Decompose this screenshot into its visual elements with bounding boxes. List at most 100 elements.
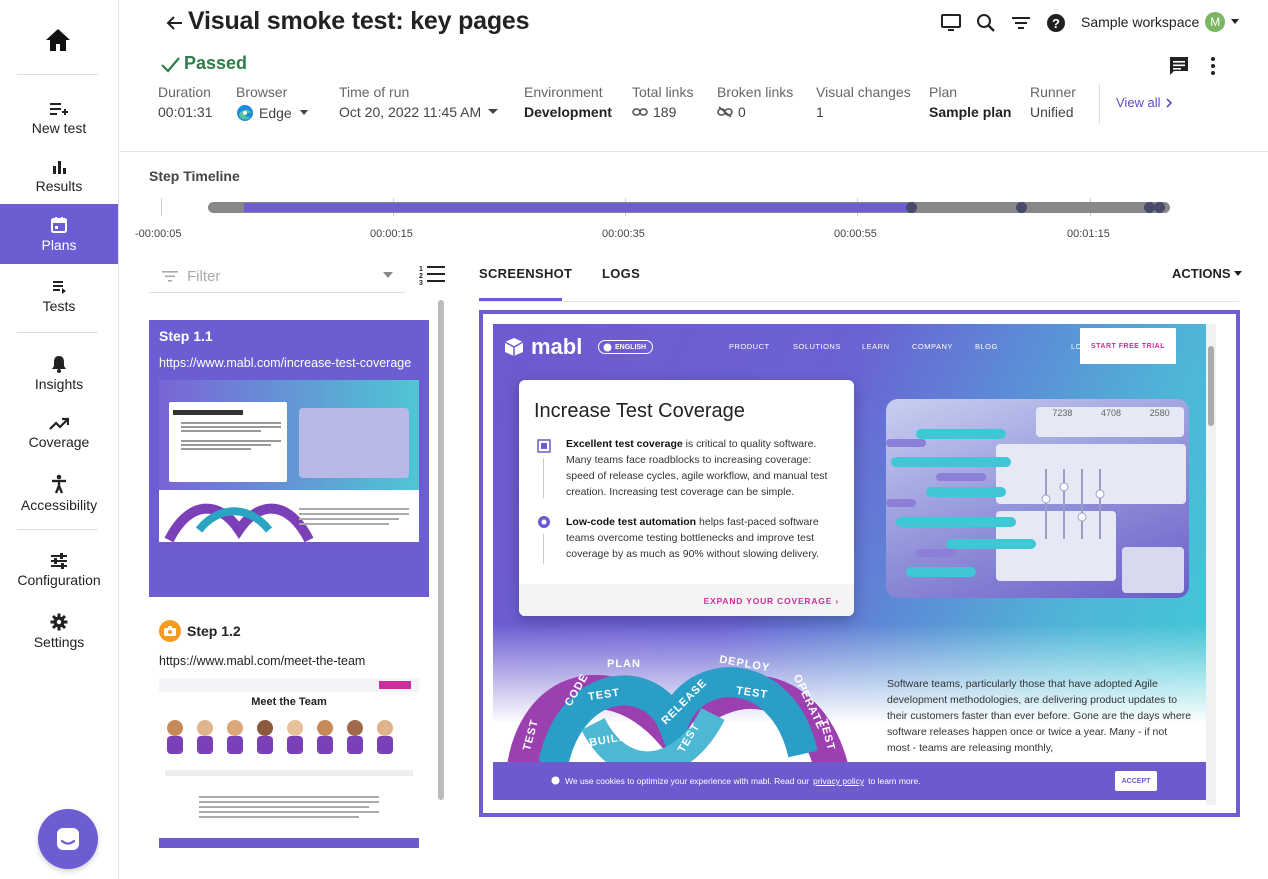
actions-menu-button[interactable]: ACTIONS xyxy=(1172,266,1242,281)
link-off-icon xyxy=(717,106,733,118)
meta-time-of-run[interactable]: Time of run Oct 20, 2022 11:45 AM xyxy=(339,84,500,120)
more-vert-icon[interactable] xyxy=(1203,55,1223,77)
sidebar-item-tests[interactable]: Tests xyxy=(0,266,118,326)
view-all-link[interactable]: View all xyxy=(1116,95,1173,110)
step-card-1-1[interactable]: Step 1.1 https://www.mabl.com/increase-t… xyxy=(149,320,429,597)
caret-down-icon xyxy=(488,109,499,114)
thumbnail-heading: Meet the Team xyxy=(251,696,327,708)
tab-active-indicator xyxy=(479,298,562,301)
avatar: M xyxy=(1205,12,1226,32)
step-url: https://www.mabl.com/increase-test-cover… xyxy=(159,356,412,370)
status-badge: Passed xyxy=(160,53,247,74)
captured-page[interactable]: mabl ENGLISH PRODUCT SOLUTIONS LEARN COM… xyxy=(493,324,1216,805)
meta-duration: Duration 00:01:31 xyxy=(158,84,213,120)
meta-label: Duration xyxy=(158,84,211,100)
sidebar-item-label: Insights xyxy=(34,375,84,392)
sidebar-item-label: Tests xyxy=(42,297,76,314)
meta-browser[interactable]: Browser Edge xyxy=(236,84,311,122)
filter-icon[interactable] xyxy=(1010,11,1032,35)
timeline-tick-label: 00:00:15 xyxy=(370,228,413,240)
actions-label: ACTIONS xyxy=(1172,266,1231,281)
page-scrollbar[interactable] xyxy=(1206,324,1216,805)
meta-label: Broken links xyxy=(717,84,794,100)
cookie-tail: to learn more. xyxy=(868,776,921,786)
sidebar-divider xyxy=(17,332,98,333)
workspace-selector[interactable]: Sample workspace M xyxy=(1081,12,1240,32)
sidebar-item-plans[interactable]: Plans xyxy=(0,204,118,264)
tab-logs[interactable]: LOGS xyxy=(602,266,640,281)
steps-scrollbar[interactable] xyxy=(438,300,444,800)
step-card-1-2[interactable]: Step 1.2 https://www.mabl.com/meet-the-t… xyxy=(149,612,429,877)
chat-icon xyxy=(57,828,79,850)
back-arrow-icon[interactable] xyxy=(164,12,186,34)
meta-value: Unified xyxy=(1030,104,1074,120)
sidebar-item-accessibility[interactable]: Accessibility xyxy=(0,463,118,523)
timeline-step-marker[interactable] xyxy=(906,202,917,213)
sidebar-item-label: Plans xyxy=(41,236,77,253)
step-filter-select[interactable]: Filter xyxy=(149,260,405,293)
sidebar-item-new-test[interactable]: New test xyxy=(0,88,118,148)
chat-launcher-button[interactable] xyxy=(38,809,98,869)
timeline-active-step[interactable] xyxy=(244,203,912,212)
cookie-icon xyxy=(551,776,560,785)
tab-divider xyxy=(479,301,1239,302)
meta-environment: Environment Development xyxy=(524,84,612,120)
meta-label: Visual changes xyxy=(816,84,911,100)
monitor-icon[interactable] xyxy=(940,11,962,35)
cookie-banner: We use cookies to optimize your experien… xyxy=(493,762,1206,800)
meta-broken-links: Broken links 0 xyxy=(717,84,793,120)
timeline-tick-label: -00:00:05 xyxy=(135,228,182,240)
timeline-step-marker[interactable] xyxy=(1016,202,1027,213)
meta-value: Development xyxy=(524,104,612,120)
infinity-label: BUILD xyxy=(588,730,629,750)
filter-icon xyxy=(162,271,178,282)
tab-screenshot[interactable]: SCREENSHOT xyxy=(479,266,572,281)
step-title: Step 1.1 xyxy=(159,328,213,344)
meta-total-links: Total links 189 xyxy=(632,84,693,120)
sidebar-item-label: Results xyxy=(35,177,83,194)
meta-label: Time of run xyxy=(339,84,410,100)
infinity-label: TEST xyxy=(675,721,703,755)
timeline-tick-label: 00:00:55 xyxy=(834,228,877,240)
meta-value: 1 xyxy=(816,104,824,120)
screenshot-frame: mabl ENGLISH PRODUCT SOLUTIONS LEARN COM… xyxy=(479,310,1240,817)
camera-icon xyxy=(159,620,181,642)
sidebar-item-coverage[interactable]: Coverage xyxy=(0,403,118,463)
cookie-text: We use cookies to optimize your experien… xyxy=(565,776,810,786)
svg-text:?: ? xyxy=(1052,16,1060,31)
timeline-step-marker[interactable] xyxy=(1154,202,1165,213)
sidebar-item-label: Settings xyxy=(33,633,85,650)
svg-text:1: 1 xyxy=(419,266,423,273)
privacy-policy-link[interactable]: privacy policy xyxy=(813,776,864,786)
step-thumbnail[interactable] xyxy=(159,380,419,550)
caret-down-icon xyxy=(383,272,393,278)
meta-label: Total links xyxy=(632,84,694,100)
link-icon xyxy=(632,108,648,116)
run-header: Visual smoke test: key pages ? Sample wo… xyxy=(120,0,1268,152)
help-icon[interactable]: ? xyxy=(1045,11,1067,35)
meta-plan[interactable]: Plan Sample plan xyxy=(929,84,1011,120)
check-icon xyxy=(161,56,180,73)
workspace-name: Sample workspace xyxy=(1081,14,1200,30)
meta-label: Runner xyxy=(1030,84,1076,100)
sidebar-item-settings[interactable]: Settings xyxy=(0,601,118,661)
sidebar-item-insights[interactable]: Insights xyxy=(0,343,118,403)
comment-icon[interactable] xyxy=(1168,55,1190,77)
sidebar-divider xyxy=(17,529,98,530)
meta-runner: Runner Unified xyxy=(1030,84,1076,120)
sidebar: New test Results Plans Tests Insights Co… xyxy=(0,0,119,879)
step-thumbnail[interactable]: Meet the Team xyxy=(159,678,419,848)
sidebar-item-results[interactable]: Results xyxy=(0,146,118,206)
home-icon[interactable] xyxy=(0,18,116,62)
infinity-label: TEST xyxy=(817,717,838,753)
meta-label: Browser xyxy=(236,84,288,100)
infinity-label: TEST xyxy=(521,717,542,753)
search-icon[interactable] xyxy=(975,11,997,35)
trend-icon xyxy=(49,417,69,430)
infinity-label: DEPLOY xyxy=(718,653,771,675)
accept-cookies-button[interactable]: ACCEPT xyxy=(1115,771,1157,791)
numbered-list-icon[interactable]: 123 xyxy=(419,263,445,287)
sidebar-item-label: Configuration xyxy=(17,571,101,588)
status-text: Passed xyxy=(184,53,248,73)
sidebar-item-configuration[interactable]: Configuration xyxy=(0,540,118,600)
